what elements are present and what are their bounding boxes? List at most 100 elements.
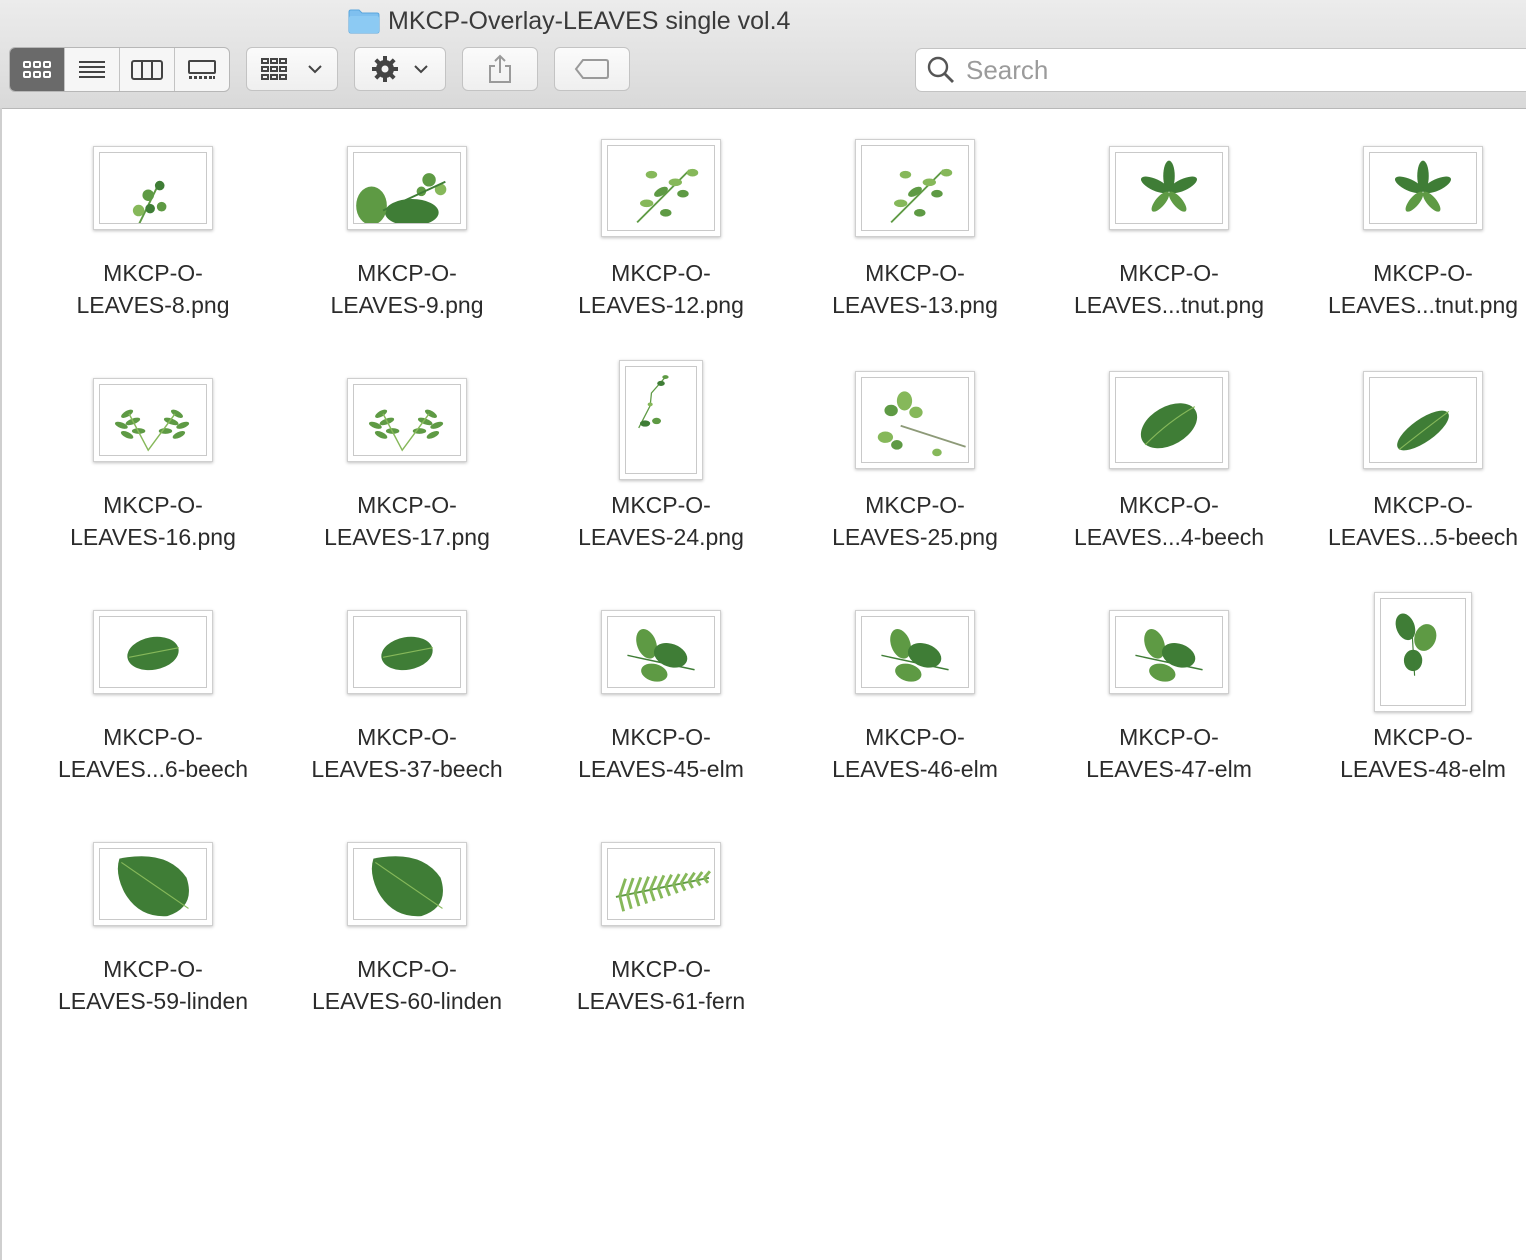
file-name-line2: LEAVES...tnut.png [1327,292,1519,318]
file-name-line2: LEAVES-48-elm [1340,756,1506,782]
file-thumbnail-area[interactable] [541,123,781,253]
file-name[interactable]: MKCP-O- LEAVES...5-beech [1293,489,1526,553]
file-thumbnail[interactable] [347,842,467,926]
gallery-view-button[interactable] [175,48,229,91]
leaf-image-icon [114,409,190,452]
file-name-line2: LEAVES-16.png [70,524,236,550]
file-name[interactable]: MKCP-O- LEAVES-60-linden [277,953,537,1017]
file-name-line1: MKCP-O- [103,956,203,982]
column-view-button[interactable] [120,48,175,91]
file-thumbnail[interactable] [347,378,467,462]
file-thumbnail-area[interactable] [1303,355,1526,485]
file-thumbnail-area[interactable] [33,355,273,485]
file-thumbnail[interactable] [619,360,703,480]
tags-button[interactable] [554,47,630,91]
file-name[interactable]: MKCP-O- LEAVES-12.png [531,257,791,321]
file-thumbnail[interactable] [601,139,721,237]
share-button[interactable] [462,47,538,91]
file-thumbnail[interactable] [1109,371,1229,469]
file-thumbnail-area[interactable] [541,819,781,949]
leaf-image-icon [117,856,189,917]
group-by-button[interactable] [246,47,338,91]
file-thumbnail-area[interactable] [33,819,273,949]
file-name-line1: MKCP-O- [1373,260,1473,286]
file-thumbnail-area[interactable] [1049,587,1289,717]
file-name-line2: LEAVES-17.png [324,524,490,550]
file-name[interactable]: MKCP-O- LEAVES-16.png [23,489,283,553]
file-name[interactable]: MKCP-O- LEAVES-47-elm [1039,721,1299,785]
file-name[interactable]: MKCP-O- LEAVES-61-fern [531,953,791,1017]
leaf-image-icon [881,629,949,682]
file-thumbnail-area[interactable] [795,587,1035,717]
file-thumbnail-area[interactable] [1303,587,1526,717]
file-thumbnail[interactable] [1363,146,1483,230]
file-thumbnail[interactable] [93,146,213,230]
file-thumbnail-area[interactable] [1049,355,1289,485]
file-thumbnail-area[interactable] [287,819,527,949]
file-thumbnail-area[interactable] [287,355,527,485]
file-name[interactable]: MKCP-O- LEAVES-8.png [23,257,283,321]
action-button[interactable] [354,47,446,91]
file-name[interactable]: MKCP-O- LEAVES-9.png [277,257,537,321]
list-view-icon [79,60,105,78]
file-thumbnail-area[interactable] [1303,123,1526,253]
file-thumbnail[interactable] [601,610,721,694]
file-thumbnail[interactable] [347,610,467,694]
chevron-down-icon [414,65,428,74]
file-thumbnail-area[interactable] [795,123,1035,253]
file-name[interactable]: MKCP-O- LEAVES-48-elm [1293,721,1526,785]
file-thumbnail[interactable] [93,610,213,694]
file-thumbnail[interactable] [601,842,721,926]
file-thumbnail-area[interactable] [541,587,781,717]
file-thumbnail-area[interactable] [287,123,527,253]
file-thumbnail[interactable] [1109,610,1229,694]
file-name-line2: LEAVES...6-beech [57,756,249,782]
file-name-line1: MKCP-O- [357,492,457,518]
file-thumbnail[interactable] [1363,371,1483,469]
file-name[interactable]: MKCP-O- LEAVES-17.png [277,489,537,553]
icon-view-button[interactable] [10,48,65,91]
search-input[interactable] [964,53,1488,87]
file-thumbnail-area[interactable] [541,355,781,485]
file-name[interactable]: MKCP-O- LEAVES...tnut.png [1039,257,1299,321]
file-thumbnail[interactable] [1109,146,1229,230]
file-name[interactable]: MKCP-O- LEAVES-37-beech [277,721,537,785]
file-name-line2: LEAVES-46-elm [832,756,998,782]
leaf-image-icon [371,856,443,917]
window-title-text: MKCP-Overlay-LEAVES single vol.4 [388,6,791,35]
file-thumbnail[interactable] [347,146,467,230]
file-thumbnail[interactable] [1374,592,1472,712]
file-name[interactable]: MKCP-O- LEAVES-59-linden [23,953,283,1017]
file-thumbnail-area[interactable] [795,355,1035,485]
file-thumbnail-area[interactable] [33,123,273,253]
file-name-line1: MKCP-O- [611,956,711,982]
leaf-image-icon [1395,613,1437,676]
file-name-line2: LEAVES-37-beech [311,756,503,782]
file-name[interactable]: MKCP-O- LEAVES-24.png [531,489,791,553]
leaf-image-icon [627,629,695,682]
file-name[interactable]: MKCP-O- LEAVES...4-beech [1039,489,1299,553]
file-name-line1: MKCP-O- [611,724,711,750]
file-name-line2: LEAVES...4-beech [1073,524,1265,550]
search-field[interactable] [915,48,1526,92]
file-name[interactable]: MKCP-O- LEAVES...tnut.png [1293,257,1526,321]
file-name-line1: MKCP-O- [103,724,203,750]
file-thumbnail[interactable] [855,139,975,237]
file-thumbnail[interactable] [93,842,213,926]
file-name[interactable]: MKCP-O- LEAVES...6-beech [23,721,283,785]
file-name[interactable]: MKCP-O- LEAVES-25.png [785,489,1045,553]
leaf-image-icon [890,168,953,224]
file-thumbnail-area[interactable] [33,587,273,717]
file-thumbnail[interactable] [855,371,975,469]
list-view-button[interactable] [65,48,120,91]
leaf-image-icon [1140,160,1198,212]
file-name[interactable]: MKCP-O- LEAVES-46-elm [785,721,1045,785]
file-name[interactable]: MKCP-O- LEAVES-45-elm [531,721,791,785]
file-name[interactable]: MKCP-O- LEAVES-13.png [785,257,1045,321]
file-thumbnail-area[interactable] [1049,123,1289,253]
file-name-line1: MKCP-O- [611,492,711,518]
file-thumbnail-area[interactable] [287,587,527,717]
file-thumbnail[interactable] [93,378,213,462]
file-thumbnail[interactable] [855,610,975,694]
view-mode-control[interactable] [9,47,230,92]
